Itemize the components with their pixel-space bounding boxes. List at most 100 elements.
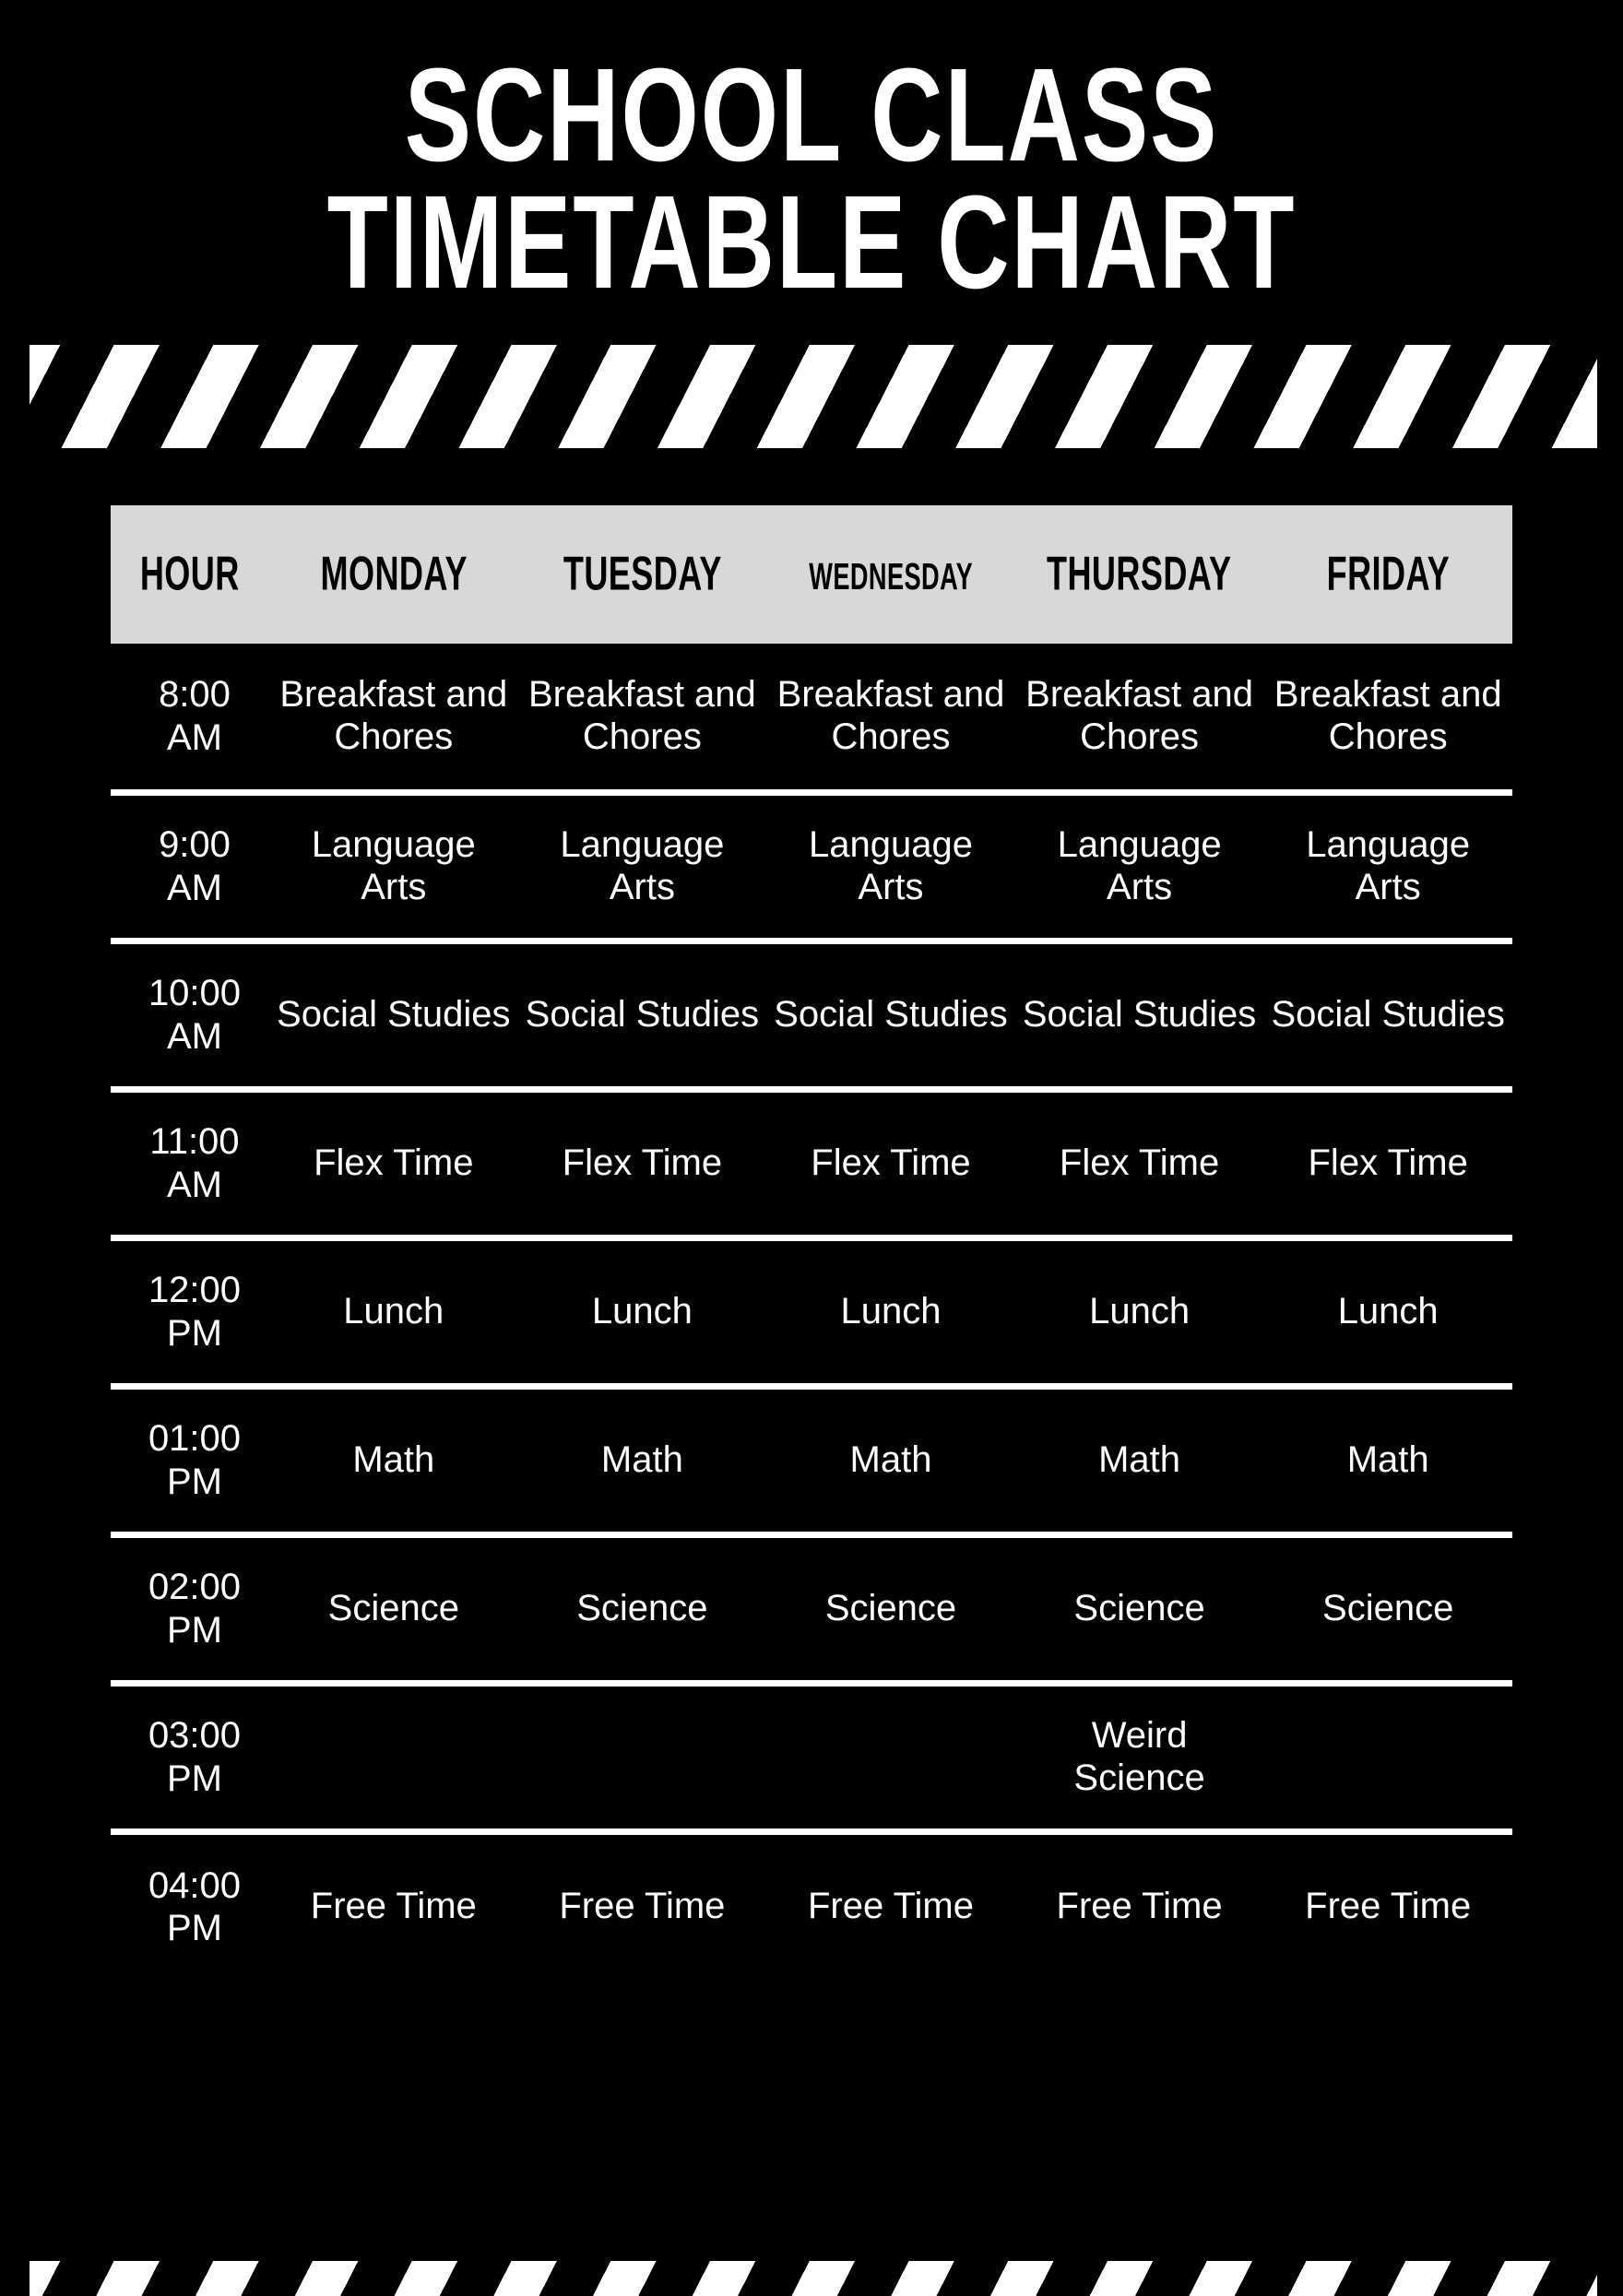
cell-monday-3: Flex Time <box>269 1089 518 1241</box>
column-header-hour: HOUR <box>111 505 269 644</box>
cell-friday-4: Lunch <box>1263 1237 1512 1390</box>
row-hour-8: 04:00 PM <box>111 1831 269 1980</box>
cell-monday-1: Language Arts <box>269 792 518 944</box>
table-row: 9:00 AM Language Arts Language Arts Lang… <box>111 792 1512 944</box>
cell-tuesday-7 <box>517 1683 767 1835</box>
cell-wednesday-4: Lunch <box>766 1237 1015 1390</box>
column-header-friday: FRIDAY <box>1263 505 1512 644</box>
cell-monday-5: Math <box>269 1386 518 1538</box>
row-meridiem-6: PM <box>167 1609 222 1651</box>
cell-tuesday-4: Lunch <box>517 1237 767 1390</box>
cell-wednesday-1: Language Arts <box>766 792 1015 944</box>
row-hour-3: 11:00 AM <box>111 1089 269 1241</box>
row-meridiem-2: AM <box>167 1015 222 1057</box>
cell-wednesday-7 <box>766 1683 1015 1835</box>
cell-wednesday-5: Math <box>766 1386 1015 1538</box>
row-hour-2: 10:00 AM <box>111 941 269 1093</box>
row-time-8: 04:00 <box>148 1864 242 1906</box>
timetable-container: HOUR MONDAY TUESDAY WEDNESDAY THURSDAY F… <box>0 505 1623 1980</box>
cell-friday-2: Social Studies <box>1263 941 1512 1093</box>
table-row: 01:00 PM Math Math Math Math Math <box>111 1386 1512 1538</box>
cell-wednesday-0: Breakfast and Chores <box>766 644 1015 796</box>
cell-wednesday-6: Science <box>766 1534 1015 1686</box>
row-time-1: 9:00 <box>159 824 231 866</box>
cell-monday-4: Lunch <box>269 1237 518 1390</box>
timetable-poster: SCHOOL CLASS TIMETABLE CHART HOUR MONDAY… <box>0 0 1623 2296</box>
cell-thursday-7: Weird Science <box>1014 1683 1264 1835</box>
cell-thursday-4: Lunch <box>1014 1237 1264 1390</box>
page-title: SCHOOL CLASS TIMETABLE CHART <box>0 41 1623 312</box>
cell-thursday-2: Social Studies <box>1014 941 1264 1093</box>
table-row: 11:00 AM Flex Time Flex Time Flex Time F… <box>111 1089 1512 1241</box>
column-header-wednesday: WEDNESDAY <box>766 505 1015 644</box>
cell-monday-2: Social Studies <box>269 941 518 1093</box>
column-header-thursday-label: THURSDAY <box>1047 547 1232 601</box>
column-header-wednesday-label: WEDNESDAY <box>809 556 973 598</box>
cell-wednesday-3: Flex Time <box>766 1089 1015 1241</box>
table-row: 10:00 AM Social Studies Social Studies S… <box>111 941 1512 1093</box>
table-row: 02:00 PM Science Science Science Science… <box>111 1534 1512 1686</box>
row-time-6: 02:00 <box>148 1567 242 1608</box>
top-stripe-band <box>30 345 1597 448</box>
row-time-4: 12:00 <box>148 1270 242 1311</box>
row-hour-5: 01:00 PM <box>111 1386 269 1538</box>
cell-tuesday-1: Language Arts <box>517 792 767 944</box>
cell-thursday-8: Free Time <box>1056 1886 1223 1927</box>
cell-friday-3: Flex Time <box>1263 1089 1512 1241</box>
cell-thursday-5: Math <box>1014 1386 1264 1538</box>
cell-tuesday-8: Free Time <box>559 1886 726 1927</box>
cell-tuesday-6: Science <box>517 1534 767 1686</box>
row-meridiem-5: PM <box>167 1461 222 1502</box>
cell-tuesday-5: Math <box>517 1386 767 1538</box>
timetable: HOUR MONDAY TUESDAY WEDNESDAY THURSDAY F… <box>111 505 1512 1980</box>
row-hour-7: 03:00 PM <box>111 1683 269 1835</box>
cell-thursday-1: Language Arts <box>1014 792 1264 944</box>
table-row: 03:00 PM Weird Science <box>111 1683 1512 1835</box>
row-time-3: 11:00 <box>149 1121 240 1163</box>
cell-monday-8: Free Time <box>310 1886 477 1927</box>
row-meridiem-0: AM <box>167 716 222 758</box>
cell-thursday-3: Flex Time <box>1014 1089 1264 1241</box>
cell-wednesday-2: Social Studies <box>766 941 1015 1093</box>
column-header-friday-label: FRIDAY <box>1326 547 1450 601</box>
table-row: 8:00 AM Breakfast and Chores Breakfast a… <box>111 644 1512 796</box>
column-header-tuesday-label: TUESDAY <box>563 547 722 601</box>
row-meridiem-3: AM <box>167 1164 222 1205</box>
row-time-5: 01:00 <box>148 1418 242 1460</box>
timetable-head: HOUR MONDAY TUESDAY WEDNESDAY THURSDAY F… <box>111 505 1512 644</box>
cell-thursday-0: Breakfast and Chores <box>1014 644 1264 796</box>
header-row: HOUR MONDAY TUESDAY WEDNESDAY THURSDAY F… <box>111 505 1512 644</box>
table-row: 04:00 PM Free Time Free Time Free Time F… <box>111 1831 1512 1980</box>
row-meridiem-7: PM <box>167 1758 222 1799</box>
row-hour-4: 12:00 PM <box>111 1237 269 1390</box>
column-header-monday-label: MONDAY <box>320 547 468 601</box>
cell-friday-0: Breakfast and Chores <box>1263 644 1512 796</box>
title-line-1: SCHOOL CLASS <box>404 41 1219 190</box>
cell-friday-7 <box>1263 1683 1512 1835</box>
column-header-monday: MONDAY <box>269 505 518 644</box>
cell-friday-8: Free Time <box>1305 1886 1472 1927</box>
cell-wednesday-8: Free Time <box>807 1886 974 1927</box>
cell-tuesday-3: Flex Time <box>517 1089 767 1241</box>
column-header-thursday: THURSDAY <box>1014 505 1264 644</box>
row-meridiem-4: PM <box>167 1312 222 1354</box>
table-row: 12:00 PM Lunch Lunch Lunch Lunch Lunch <box>111 1237 1512 1390</box>
cell-monday-7 <box>269 1683 518 1835</box>
row-time-0: 8:00 <box>159 674 231 716</box>
cell-thursday-6: Science <box>1014 1534 1264 1686</box>
cell-tuesday-2: Social Studies <box>517 941 767 1093</box>
row-hour-1: 9:00 AM <box>111 792 269 944</box>
row-time-2: 10:00 <box>148 973 242 1014</box>
cell-monday-0: Breakfast and Chores <box>269 644 518 796</box>
row-hour-0: 8:00 AM <box>111 644 269 796</box>
row-meridiem-1: AM <box>167 867 222 908</box>
cell-friday-5: Math <box>1263 1386 1512 1538</box>
row-time-7: 03:00 <box>148 1715 242 1757</box>
column-header-tuesday: TUESDAY <box>517 505 767 644</box>
timetable-body: 8:00 AM Breakfast and Chores Breakfast a… <box>111 644 1512 1980</box>
title-line-2: TIMETABLE CHART <box>326 169 1297 318</box>
cell-monday-6: Science <box>269 1534 518 1686</box>
column-header-hour-label: HOUR <box>140 547 240 601</box>
row-hour-6: 02:00 PM <box>111 1534 269 1686</box>
cell-friday-1: Language Arts <box>1263 792 1512 944</box>
